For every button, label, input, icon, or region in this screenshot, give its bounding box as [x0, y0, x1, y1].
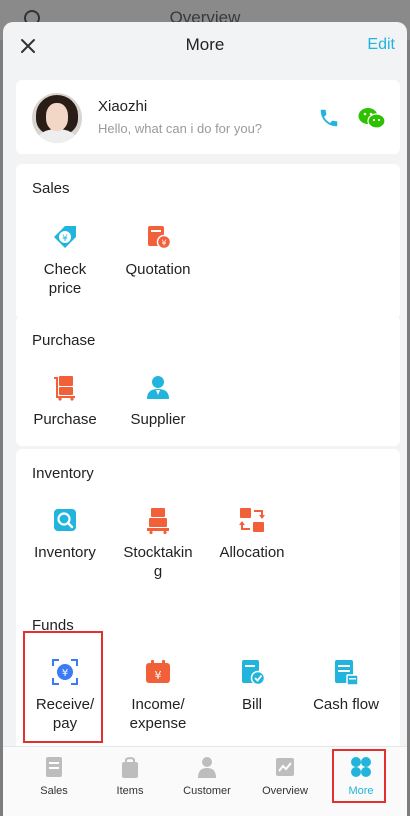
income-expense-label: Income/ expense: [129, 696, 187, 732]
quotation-icon: ¥: [148, 226, 172, 250]
supplier-label: Supplier: [130, 411, 186, 428]
stocktaking-button[interactable]: Stocktakin g: [112, 505, 204, 581]
stocktaking-label: Stocktakin g: [123, 544, 193, 580]
section-title: Sales: [32, 180, 70, 197]
bill-label: Bill: [241, 696, 262, 713]
nav-sales[interactable]: Sales: [18, 755, 90, 797]
allocation-button[interactable]: Allocation: [206, 505, 298, 562]
nav-highlight-box: [332, 749, 386, 803]
nav-label: Items: [116, 785, 144, 797]
inventory-label: Inventory: [34, 544, 96, 561]
cash-flow-icon: [335, 660, 359, 686]
more-sheet: More Edit Xiaozhi Hello, what can i do f…: [3, 22, 407, 816]
top-bar: More Edit: [3, 22, 407, 70]
nav-items[interactable]: Items: [94, 755, 166, 797]
assistant-subtitle: Hello, what can i do for you?: [98, 121, 263, 136]
inventory-section: Inventory Inventory Stocktakin g Allocat…: [16, 449, 400, 614]
purchase-section: Purchase Purchase Supplier: [16, 316, 400, 446]
avatar: [32, 93, 82, 143]
assistant-name: Xiaozhi: [98, 98, 148, 115]
sales-doc-icon: [46, 757, 62, 777]
check-price-button[interactable]: ¥ Check price: [19, 222, 111, 298]
section-title: Purchase: [32, 332, 96, 349]
purchase-label: Purchase: [33, 411, 97, 428]
bill-icon: [242, 660, 266, 686]
page-title: More: [185, 35, 225, 54]
nav-label: Sales: [40, 785, 68, 797]
bill-button[interactable]: Bill: [206, 657, 298, 714]
svg-text:¥: ¥: [155, 669, 162, 682]
supplier-button[interactable]: Supplier: [112, 372, 204, 429]
purchase-button[interactable]: Purchase: [19, 372, 111, 429]
svg-text:¥: ¥: [161, 239, 166, 248]
chart-icon: [276, 758, 294, 776]
quotation-label: Quotation: [125, 261, 191, 278]
svg-text:¥: ¥: [62, 234, 68, 244]
allocation-label: Allocation: [219, 544, 285, 561]
inventory-search-icon: [54, 509, 76, 531]
supplier-icon: [147, 376, 169, 399]
check-price-label: Check price: [43, 261, 87, 297]
nav-overview[interactable]: Overview: [249, 755, 321, 797]
income-expense-icon: ¥: [146, 660, 170, 683]
quotation-button[interactable]: ¥ Quotation: [112, 222, 204, 279]
cart-icon: [54, 376, 75, 401]
nav-customer[interactable]: Customer: [171, 755, 243, 797]
highlight-box: [23, 631, 103, 743]
sales-section: Sales ¥ Check price ¥ Quotation: [16, 164, 400, 319]
bottom-nav: Sales Items Customer Overview More: [3, 746, 407, 816]
nav-label: Customer: [183, 785, 231, 797]
assistant-card[interactable]: Xiaozhi Hello, what can i do for you?: [16, 80, 400, 154]
customer-icon: [198, 757, 216, 778]
cash-flow-label: Cash flow: [313, 696, 379, 713]
allocation-icon: [239, 508, 265, 532]
inventory-button[interactable]: Inventory: [19, 505, 111, 562]
cash-flow-button[interactable]: Cash flow: [300, 657, 392, 714]
income-expense-button[interactable]: ¥ Income/ expense: [112, 657, 204, 733]
price-tag-icon: ¥: [54, 226, 76, 248]
bag-icon: [122, 757, 138, 778]
phone-icon[interactable]: [318, 107, 340, 129]
wechat-icon[interactable]: [358, 107, 386, 129]
section-title: Inventory: [32, 465, 94, 482]
nav-label: Overview: [262, 785, 308, 797]
edit-button[interactable]: Edit: [367, 36, 395, 54]
stocktaking-icon: [147, 508, 169, 535]
